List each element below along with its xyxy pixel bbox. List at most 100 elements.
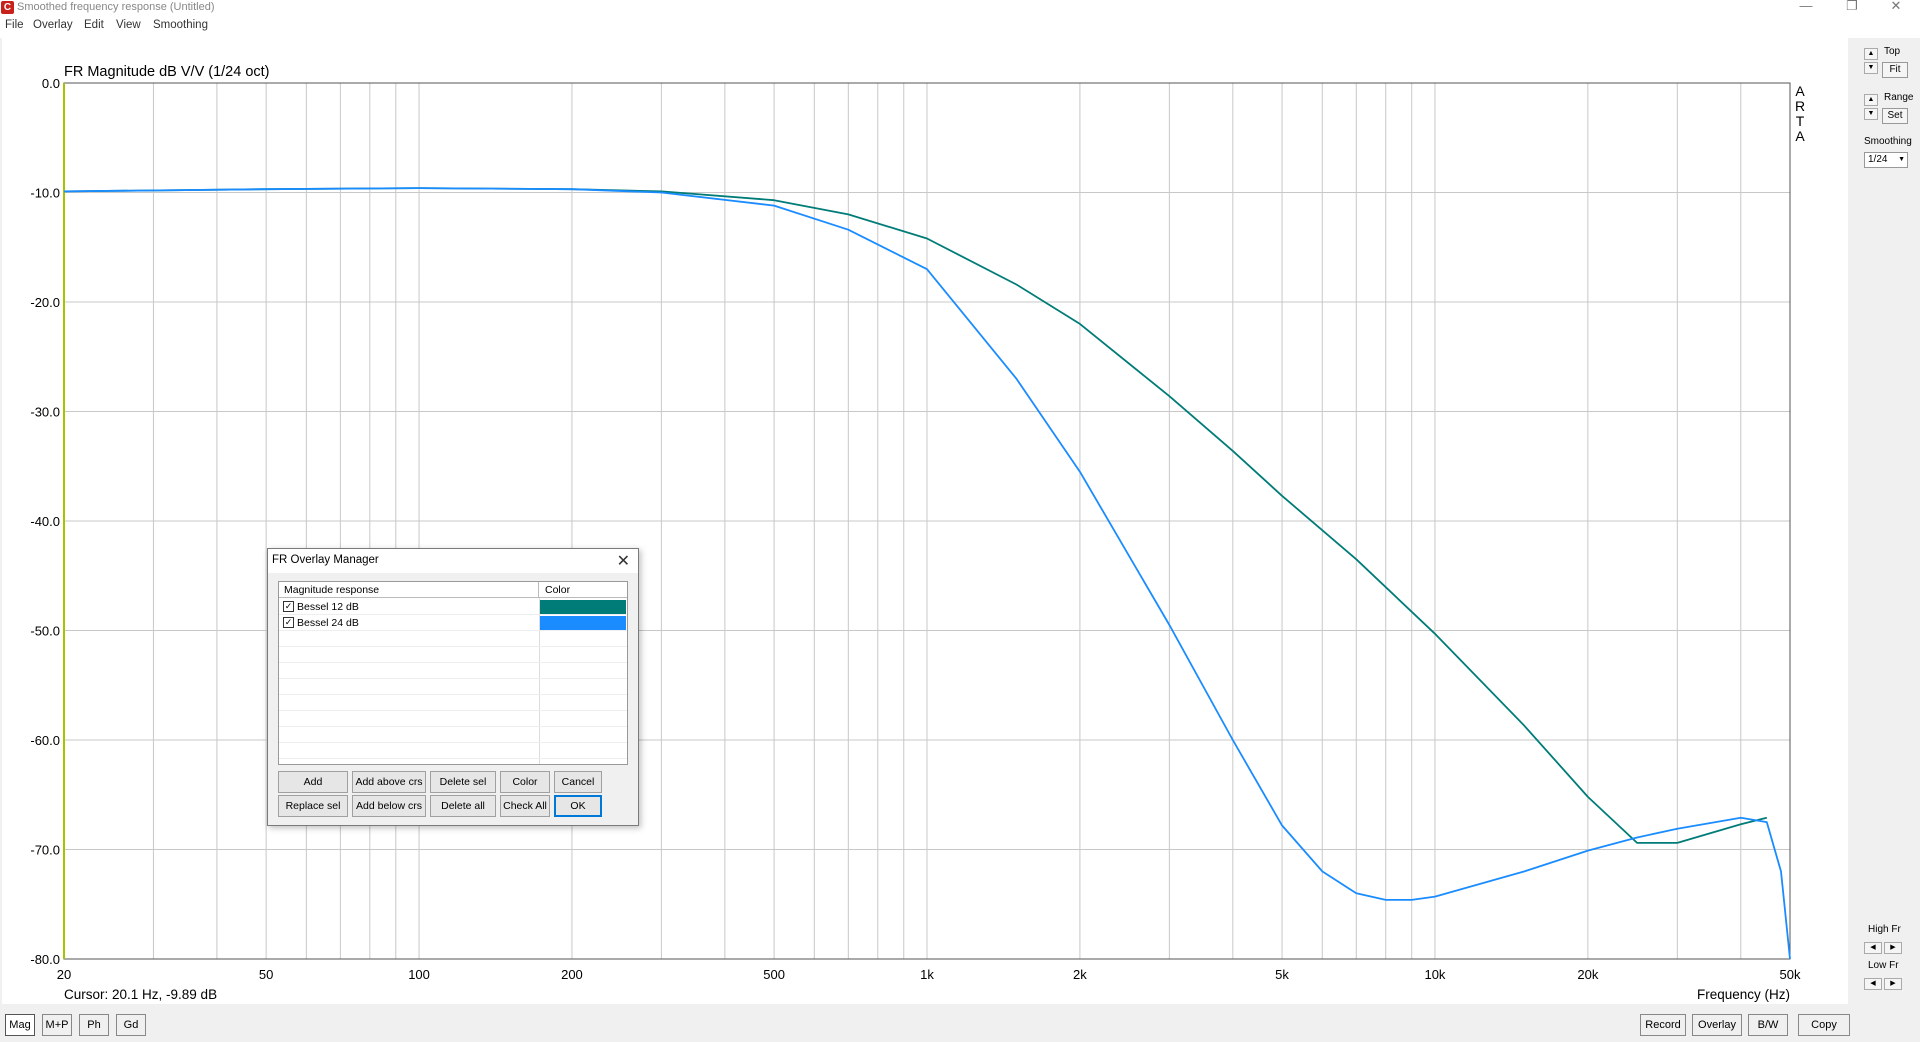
- y-tick-label: -50.0: [30, 624, 60, 639]
- list-item[interactable]: ✓ Bessel 24 dB: [279, 615, 627, 631]
- plot-area[interactable]: 0.0 -10.0 -20.0 -30.0 -40.0 -50.0 -60.0 -70.0 -8…: [0, 38, 1850, 1004]
- y-tick-label: -70.0: [30, 843, 60, 858]
- close-icon[interactable]: ✕: [1876, 0, 1916, 14]
- x-tick-label: 10k: [1424, 967, 1445, 982]
- cursor-readout: Cursor: 20.1 Hz, -9.89 dB: [64, 987, 217, 1002]
- color-swatch[interactable]: [540, 616, 626, 630]
- replace-selected-button[interactable]: Replace sel: [278, 795, 348, 817]
- x-tick-label: 50k: [1780, 967, 1801, 982]
- delete-all-button[interactable]: Delete all: [430, 795, 496, 817]
- restore-icon[interactable]: ❐: [1832, 0, 1872, 14]
- overlay-list[interactable]: Magnitude response Color ✓ Bessel 12 dB …: [278, 581, 628, 765]
- x-tick-label: 20: [57, 967, 71, 982]
- y-tick-label: -20.0: [30, 295, 60, 310]
- x-tick-label: 500: [763, 967, 785, 982]
- range-up-spin[interactable]: ▲: [1864, 94, 1878, 106]
- high-fr-label: High Fr: [1868, 924, 1901, 935]
- right-control-panel: ▲ ▼ Top Fit ▲ ▼ Range Set Smoothing 1/24…: [1850, 38, 1920, 1042]
- y-tick-label: 0.0: [42, 76, 60, 91]
- row-label: Bessel 24 dB: [297, 617, 359, 629]
- high-fr-right-spin[interactable]: ▶: [1884, 942, 1902, 954]
- column-header-response[interactable]: Magnitude response: [279, 582, 539, 598]
- range-down-spin[interactable]: ▼: [1864, 108, 1878, 120]
- dialog-title-bar: FR Overlay Manager ✕: [268, 549, 638, 573]
- mag-phase-button[interactable]: M+P: [42, 1014, 72, 1036]
- list-item-empty: [279, 663, 627, 679]
- check-all-button[interactable]: Check All: [500, 795, 550, 817]
- checkbox-bessel-12[interactable]: ✓: [283, 601, 294, 612]
- list-item-empty: [279, 647, 627, 663]
- overlay-manager-dialog: FR Overlay Manager ✕ Magnitude response …: [267, 548, 639, 826]
- smoothing-label: Smoothing: [1864, 136, 1912, 147]
- add-button[interactable]: Add: [278, 771, 348, 793]
- list-item-empty: [279, 711, 627, 727]
- chevron-down-icon: ▼: [1898, 156, 1905, 163]
- column-header-color[interactable]: Color: [540, 582, 627, 598]
- arta-letter-a1: A: [1795, 83, 1805, 99]
- low-fr-right-spin[interactable]: ▶: [1884, 978, 1902, 990]
- close-icon[interactable]: ✕: [617, 551, 630, 571]
- add-below-cursor-button[interactable]: Add below crs: [352, 795, 426, 817]
- fit-button[interactable]: Fit: [1882, 62, 1908, 78]
- list-item-empty: [279, 679, 627, 695]
- menu-overlay[interactable]: Overlay: [33, 19, 73, 31]
- bw-button[interactable]: B/W: [1748, 1014, 1788, 1036]
- x-tick-label: 50: [259, 967, 273, 982]
- overlay-button[interactable]: Overlay: [1692, 1014, 1742, 1036]
- minimize-icon[interactable]: —: [1786, 0, 1826, 14]
- x-tick-label: 100: [408, 967, 430, 982]
- bottom-toolbar: Mag M+P Ph Gd Record Overlay B/W Copy: [0, 1004, 1920, 1042]
- x-tick-label: 20k: [1577, 967, 1598, 982]
- app-icon: C: [1, 1, 14, 14]
- x-tick-label: 2k: [1073, 967, 1087, 982]
- list-item[interactable]: ✓ Bessel 12 dB: [279, 599, 627, 615]
- range-label: Range: [1884, 92, 1914, 103]
- delete-selected-button[interactable]: Delete sel: [430, 771, 496, 793]
- menu-bar: File Overlay Edit View Smoothing: [0, 16, 1920, 38]
- app-window: C Smoothed frequency response (Untitled)…: [0, 0, 1920, 1042]
- row-label: Bessel 12 dB: [297, 601, 359, 613]
- phase-button[interactable]: Ph: [79, 1014, 109, 1036]
- plot-title: FR Magnitude dB V/V (1/24 oct): [64, 64, 270, 80]
- list-item-empty: [279, 727, 627, 743]
- menu-smoothing[interactable]: Smoothing: [153, 19, 208, 31]
- low-fr-label: Low Fr: [1868, 960, 1899, 971]
- y-tick-label: -10.0: [30, 186, 60, 201]
- ok-button[interactable]: OK: [554, 795, 602, 817]
- record-button[interactable]: Record: [1640, 1014, 1686, 1036]
- group-delay-button[interactable]: Gd: [116, 1014, 146, 1036]
- add-above-cursor-button[interactable]: Add above crs: [352, 771, 426, 793]
- y-tick-label: -60.0: [30, 733, 60, 748]
- x-tick-label: 200: [561, 967, 583, 982]
- mag-button[interactable]: Mag: [5, 1014, 35, 1036]
- menu-edit[interactable]: Edit: [84, 19, 104, 31]
- high-fr-left-spin[interactable]: ◀: [1864, 942, 1882, 954]
- top-label: Top: [1884, 46, 1901, 57]
- dialog-title: FR Overlay Manager: [272, 554, 379, 566]
- copy-button[interactable]: Copy: [1798, 1014, 1850, 1036]
- window-title: Smoothed frequency response (Untitled): [17, 1, 215, 13]
- frequency-response-chart[interactable]: 0.0 -10.0 -20.0 -30.0 -40.0 -50.0 -60.0 -70.0 -8…: [0, 38, 1850, 1004]
- smoothing-select[interactable]: 1/24 ▼: [1864, 152, 1908, 168]
- title-bar: C Smoothed frequency response (Untitled)…: [0, 0, 1920, 16]
- y-tick-label: -40.0: [30, 514, 60, 529]
- list-item-empty: [279, 631, 627, 647]
- color-button[interactable]: Color: [500, 771, 550, 793]
- list-item-empty: [279, 743, 627, 759]
- color-swatch[interactable]: [540, 600, 626, 614]
- cancel-button[interactable]: Cancel: [554, 771, 602, 793]
- low-fr-left-spin[interactable]: ◀: [1864, 978, 1882, 990]
- menu-view[interactable]: View: [116, 19, 141, 31]
- checkbox-bessel-24[interactable]: ✓: [283, 617, 294, 628]
- arta-letter-r: R: [1795, 98, 1805, 114]
- set-button[interactable]: Set: [1882, 108, 1908, 124]
- top-up-spin[interactable]: ▲: [1864, 48, 1878, 60]
- menu-file[interactable]: File: [5, 19, 24, 31]
- y-tick-label: -30.0: [30, 405, 60, 420]
- y-tick-label: -80.0: [30, 952, 60, 967]
- arta-letter-t: T: [1796, 113, 1805, 129]
- x-tick-label: 1k: [920, 967, 934, 982]
- top-down-spin[interactable]: ▼: [1864, 62, 1878, 74]
- smoothing-value: 1/24: [1868, 154, 1888, 165]
- arta-letter-a2: A: [1795, 128, 1805, 144]
